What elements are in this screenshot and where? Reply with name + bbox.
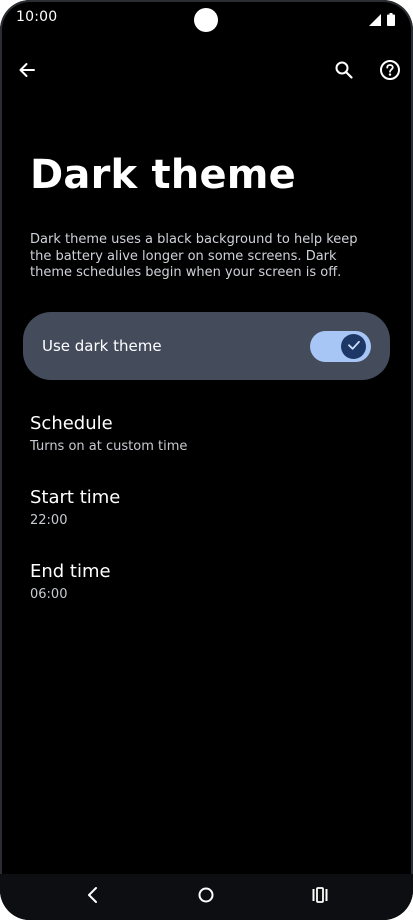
battery-icon — [387, 11, 395, 30]
schedule-setting[interactable]: Schedule Turns on at custom time — [30, 413, 370, 455]
nav-home-button[interactable] — [191, 882, 221, 912]
start-time-title: Start time — [30, 487, 121, 508]
page-title: Dark theme — [30, 152, 296, 198]
arrow-left-icon — [17, 60, 37, 84]
start-time-setting[interactable]: Start time 22:00 — [30, 487, 370, 529]
end-time-setting[interactable]: End time 06:00 — [30, 561, 370, 603]
schedule-title: Schedule — [30, 413, 113, 434]
help-icon — [379, 59, 401, 85]
status-bar: 10:00 — [0, 0, 413, 36]
search-button[interactable] — [324, 52, 364, 92]
status-icons — [369, 11, 395, 30]
help-button[interactable] — [370, 52, 410, 92]
camera-cutout — [194, 8, 218, 32]
back-button[interactable] — [7, 52, 47, 92]
page-description: Dark theme uses a black background to he… — [30, 232, 358, 280]
top-app-bar — [0, 48, 413, 96]
nav-recents-button[interactable] — [305, 882, 335, 912]
use-dark-theme-toggle[interactable]: Use dark theme — [23, 312, 390, 380]
navigation-bar — [0, 874, 413, 920]
schedule-subtitle: Turns on at custom time — [30, 439, 188, 454]
check-icon — [347, 337, 361, 356]
signal-icon — [369, 11, 381, 30]
status-time: 10:00 — [16, 9, 58, 25]
end-time-value: 06:00 — [30, 587, 68, 602]
switch-knob — [341, 334, 366, 359]
phone-screen: 10:00 Dark theme Dark theme uses a black… — [0, 0, 413, 920]
end-time-title: End time — [30, 561, 111, 582]
back-icon — [85, 886, 101, 908]
dark-theme-switch[interactable] — [310, 331, 371, 362]
toggle-label: Use dark theme — [42, 337, 162, 355]
nav-back-button[interactable] — [78, 882, 108, 912]
home-icon — [197, 886, 215, 908]
search-icon — [334, 60, 354, 84]
start-time-value: 22:00 — [30, 513, 68, 528]
recents-icon — [311, 886, 329, 908]
